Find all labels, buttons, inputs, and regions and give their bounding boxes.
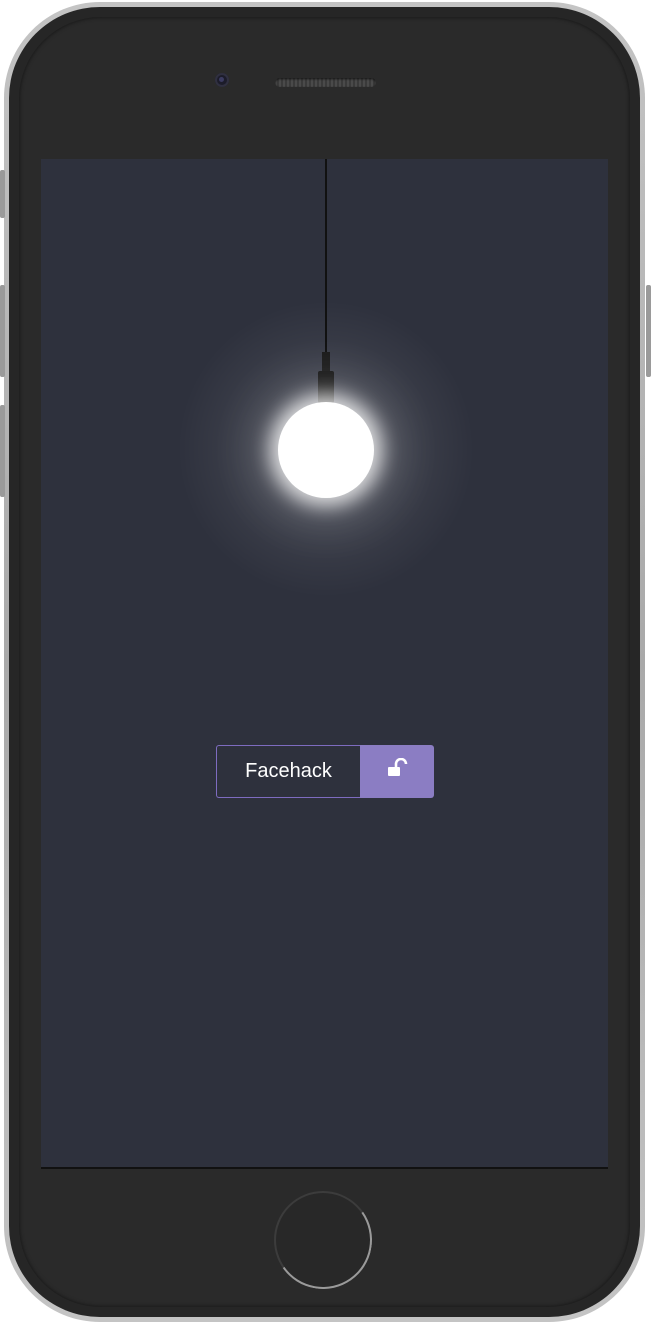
volume-down-button [0,405,5,497]
home-button[interactable] [274,1191,372,1289]
unlock-icon [386,757,408,785]
mute-switch [0,170,5,218]
light-bulb [278,402,374,498]
lamp-socket [318,371,334,403]
volume-up-button [0,285,5,377]
lamp-cord [325,159,327,353]
front-camera [215,73,229,87]
unlock-button[interactable] [360,745,434,798]
lamp-socket-neck [322,352,330,372]
unlock-form: Facehack [216,745,435,798]
screen: Facehack [41,159,608,1169]
name-field[interactable]: Facehack [216,745,360,798]
power-button [646,285,651,377]
earpiece-speaker [275,78,376,87]
